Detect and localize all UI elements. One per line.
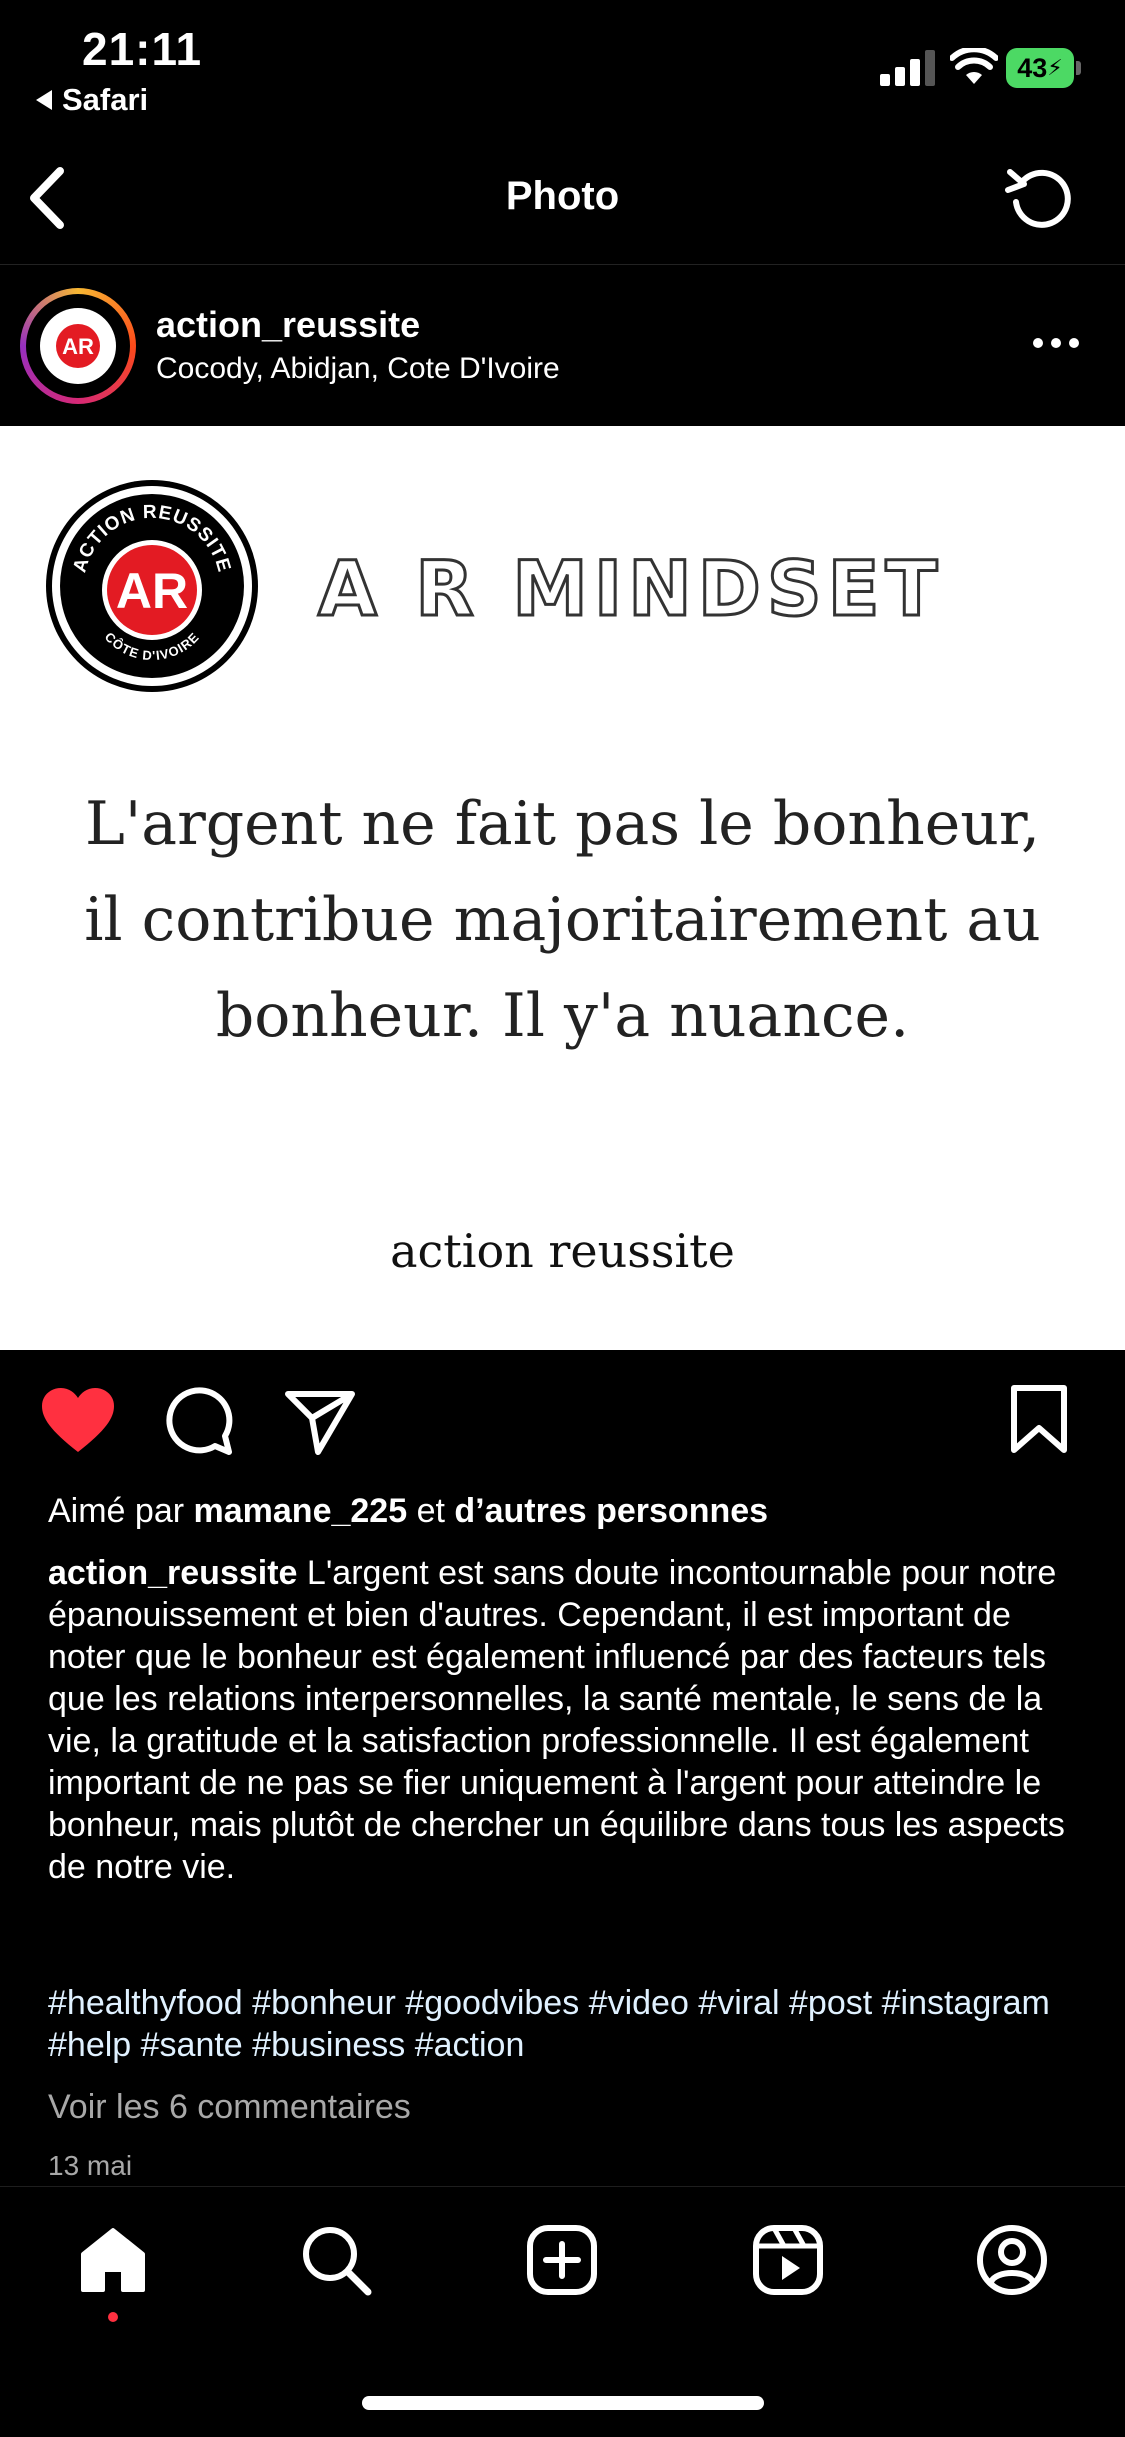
nav-divider bbox=[0, 264, 1125, 265]
home-active-dot bbox=[108, 2312, 118, 2322]
likes-summary[interactable]: Aimé par mamane_225 et d’autres personne… bbox=[48, 1492, 768, 1531]
post-location[interactable]: Cocody, Abidjan, Cote D'Ivoire bbox=[156, 352, 560, 386]
share-send-icon[interactable] bbox=[284, 1388, 356, 1456]
post-hashtags[interactable]: #healthyfood #bonheur #goodvibes #video … bbox=[48, 1982, 1078, 2066]
svg-text:AR: AR bbox=[62, 334, 94, 359]
post-caption: action_reussite L'argent est sans doute … bbox=[48, 1552, 1078, 1888]
post-date: 13 mai bbox=[48, 2150, 133, 2181]
page-title: Photo bbox=[505, 174, 620, 218]
post-image[interactable]: ACTION REUSSITE CÔTE D'IVOIRE AR A R MIN… bbox=[0, 426, 1125, 1350]
refresh-icon[interactable] bbox=[1004, 162, 1080, 232]
image-quote: L'argent ne fait pas le bonheur, il cont… bbox=[84, 789, 1041, 1051]
more-options-icon[interactable] bbox=[1030, 330, 1082, 356]
back-to-app-link[interactable]: Safari bbox=[36, 82, 148, 118]
likes-user[interactable]: mamane_225 bbox=[194, 1492, 408, 1530]
image-headline: A R MINDSET bbox=[316, 543, 944, 635]
home-indicator[interactable] bbox=[362, 2396, 764, 2410]
svg-text:AR: AR bbox=[116, 563, 188, 619]
avatar[interactable]: AR bbox=[32, 300, 124, 392]
view-comments-link[interactable]: Voir les 6 commentaires bbox=[48, 2088, 411, 2127]
comment-icon[interactable] bbox=[163, 1384, 235, 1456]
image-signature: action reussite bbox=[390, 1224, 735, 1278]
profile-icon[interactable] bbox=[976, 2224, 1048, 2296]
caption-username[interactable]: action_reussite bbox=[48, 1554, 297, 1592]
back-triangle-icon bbox=[36, 90, 52, 110]
back-app-label: Safari bbox=[62, 82, 149, 117]
wifi-icon bbox=[950, 48, 998, 84]
search-icon[interactable] bbox=[300, 2224, 372, 2296]
post-username[interactable]: action_reussite bbox=[156, 304, 420, 346]
create-icon[interactable] bbox=[526, 2224, 598, 2296]
battery-level: 43 bbox=[1017, 52, 1048, 83]
like-heart-icon[interactable] bbox=[40, 1386, 116, 1456]
home-icon[interactable] bbox=[77, 2224, 149, 2296]
likes-others[interactable]: d’autres personnes bbox=[454, 1492, 768, 1530]
reels-icon[interactable] bbox=[752, 2224, 824, 2296]
bookmark-icon[interactable] bbox=[1010, 1384, 1068, 1454]
caption-text: L'argent est sans doute incontournable p… bbox=[48, 1554, 1065, 1886]
battery-icon: 43 ⚡ bbox=[1006, 48, 1082, 88]
status-time: 21:11 bbox=[82, 23, 203, 75]
cellular-signal-icon bbox=[880, 50, 935, 86]
action-reussite-logo: ACTION REUSSITE CÔTE D'IVOIRE AR bbox=[46, 480, 258, 692]
